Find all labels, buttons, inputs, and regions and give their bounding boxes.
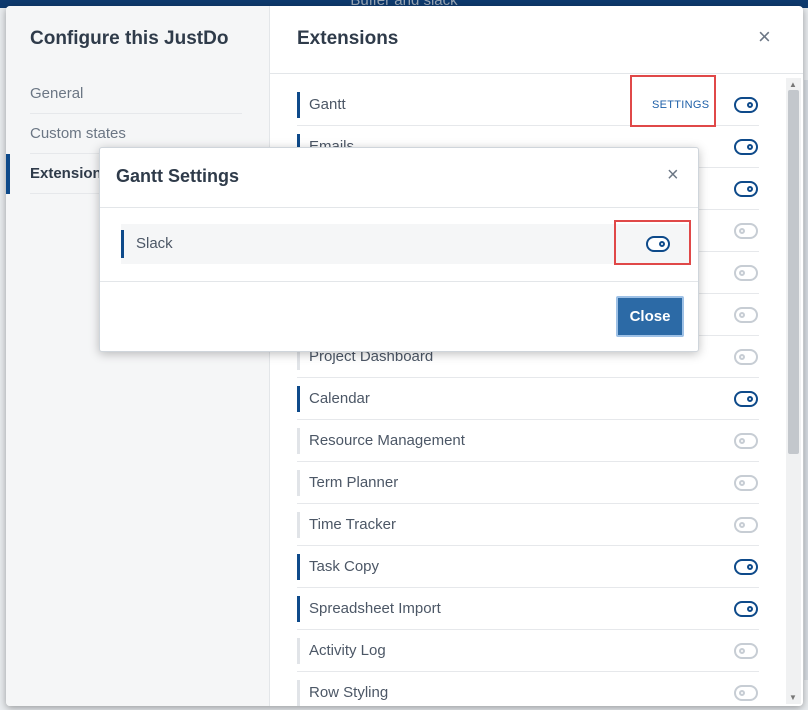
extension-toggle[interactable] (734, 139, 758, 155)
toggle-switch-icon (739, 480, 745, 486)
close-icon[interactable]: × (758, 24, 771, 50)
extension-toggle[interactable] (734, 601, 758, 617)
extension-name: Calendar (309, 390, 370, 407)
extension-toggle[interactable] (734, 223, 758, 239)
extension-name: Task Copy (309, 558, 380, 575)
row-indicator (297, 554, 300, 580)
configure-modal: Configure this JustDo General Custom sta… (6, 6, 803, 706)
toggle-switch-icon (739, 438, 745, 444)
toggle-switch-icon (747, 606, 753, 612)
toggle-switch-icon (747, 396, 753, 402)
sidebar-active-indicator (6, 154, 10, 194)
extension-row: Term Planner (297, 462, 759, 504)
row-indicator (297, 596, 300, 622)
scroll-down-icon[interactable]: ▼ (789, 693, 797, 702)
extension-toggle[interactable] (734, 181, 758, 197)
sidebar-item-label: General (30, 85, 84, 102)
row-indicator (121, 230, 124, 258)
settings-link[interactable]: SETTINGS (652, 84, 709, 126)
scroll-up-icon[interactable]: ▲ (789, 80, 797, 89)
toggle-switch-icon (747, 564, 753, 570)
toggle-switch-icon (659, 241, 665, 247)
gantt-settings-modal: Gantt Settings × Slack Close (99, 147, 699, 352)
setting-row-slack: Slack (121, 224, 691, 264)
extension-row: Calendar (297, 378, 759, 420)
row-indicator (297, 470, 300, 496)
extension-name: Gantt (309, 96, 346, 113)
extension-toggle[interactable] (734, 349, 758, 365)
toggle-switch-icon (739, 690, 745, 696)
extension-row: Activity Log (297, 630, 759, 672)
extension-toggle[interactable] (734, 643, 758, 659)
row-indicator (297, 386, 300, 412)
close-icon[interactable]: × (667, 164, 679, 187)
slack-toggle[interactable] (646, 236, 670, 252)
toggle-switch-icon (747, 102, 753, 108)
extension-name: Row Styling (309, 684, 389, 701)
extension-toggle[interactable] (734, 391, 758, 407)
extension-row: Row Styling (297, 672, 759, 706)
extension-row: Gantt SETTINGS (297, 84, 759, 126)
extension-name: Term Planner (309, 474, 399, 491)
row-indicator (297, 92, 300, 118)
sidebar-item-general[interactable]: General (30, 74, 242, 114)
modal-title: Configure this JustDo (30, 28, 229, 49)
extension-toggle[interactable] (734, 517, 758, 533)
row-indicator (297, 680, 300, 706)
toggle-switch-icon (739, 228, 745, 234)
extension-toggle[interactable] (734, 307, 758, 323)
extension-toggle[interactable] (734, 559, 758, 575)
scrollbar[interactable]: ▲ ▼ (786, 78, 801, 704)
content-title: Extensions (297, 28, 399, 49)
extension-row: Spreadsheet Import (297, 588, 759, 630)
divider (100, 281, 698, 282)
extension-toggle[interactable] (734, 265, 758, 281)
extension-name: Spreadsheet Import (309, 600, 441, 617)
row-indicator (297, 512, 300, 538)
sidebar-item-label: Custom states (30, 125, 126, 142)
extension-row: Task Copy (297, 546, 759, 588)
settings-sidebar: Configure this JustDo General Custom sta… (6, 6, 270, 706)
row-indicator (297, 428, 300, 454)
extension-toggle[interactable] (734, 97, 758, 113)
toggle-switch-icon (747, 144, 753, 150)
extension-name: Resource Management (309, 432, 465, 449)
background-edge (804, 80, 808, 680)
extension-toggle[interactable] (734, 475, 758, 491)
toggle-switch-icon (739, 312, 745, 318)
toggle-switch-icon (739, 354, 745, 360)
extension-row: Resource Management (297, 420, 759, 462)
extension-name: Activity Log (309, 642, 386, 659)
scroll-thumb[interactable] (788, 90, 799, 454)
setting-label: Slack (136, 235, 173, 252)
toggle-switch-icon (747, 186, 753, 192)
extension-toggle[interactable] (734, 685, 758, 701)
extension-row: Time Tracker (297, 504, 759, 546)
toggle-switch-icon (739, 522, 745, 528)
toggle-switch-icon (739, 270, 745, 276)
extension-toggle[interactable] (734, 433, 758, 449)
extension-name: Time Tracker (309, 516, 396, 533)
sub-modal-title: Gantt Settings (116, 166, 240, 186)
toggle-switch-icon (739, 648, 745, 654)
row-indicator (297, 638, 300, 664)
close-button[interactable]: Close (616, 296, 684, 337)
divider (270, 73, 803, 74)
divider (100, 207, 698, 208)
